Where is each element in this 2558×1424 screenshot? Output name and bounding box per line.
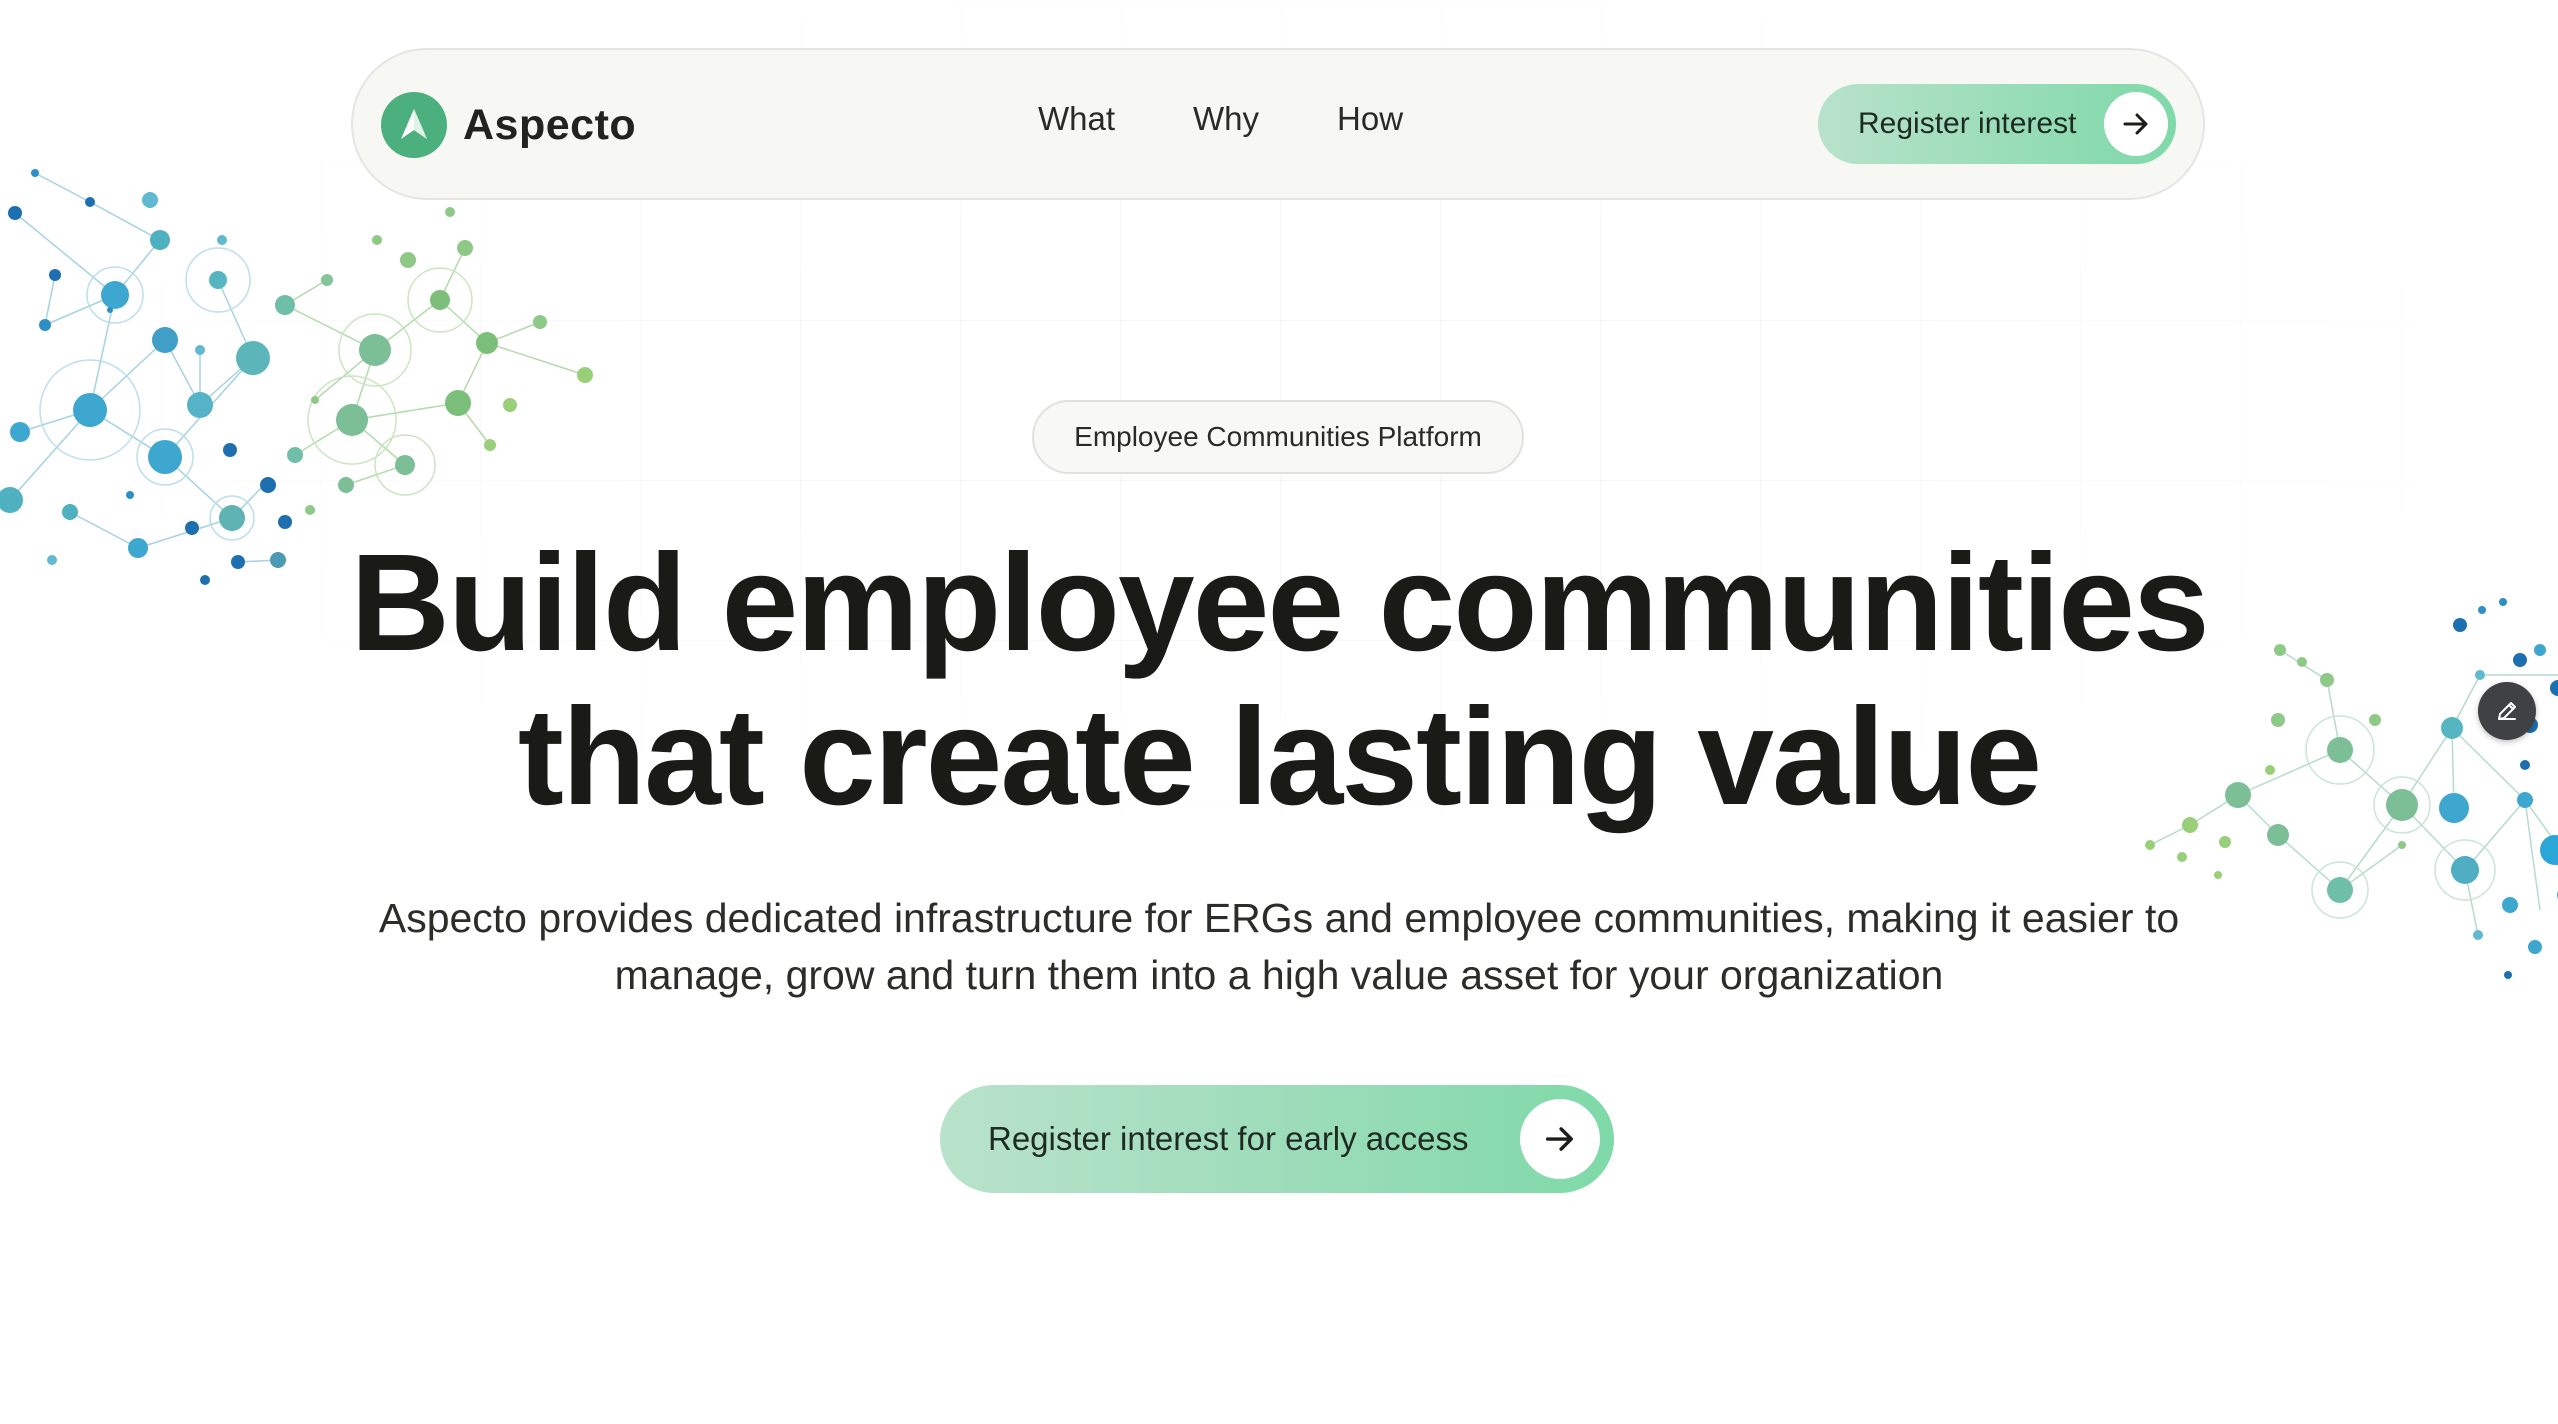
register-interest-label: Register interest xyxy=(1858,107,2077,140)
brand-name: Aspecto xyxy=(463,100,637,149)
nav-links: What Why How xyxy=(1038,100,1403,138)
headline-line-2: that create lasting value xyxy=(517,680,2042,834)
top-navbar: Aspecto What Why How Register interest xyxy=(351,48,2205,200)
arrow-right-icon xyxy=(1520,1099,1600,1179)
pencil-icon xyxy=(2498,702,2516,720)
nav-link-why[interactable]: Why xyxy=(1193,100,1259,138)
category-badge: Employee Communities Platform xyxy=(1032,400,1524,474)
register-early-access-label: Register interest for early access xyxy=(988,1120,1469,1157)
landing-page: Aspecto What Why How Register interest E… xyxy=(0,0,2558,1424)
arrow-navigation-icon xyxy=(381,92,447,158)
nav-link-how[interactable]: How xyxy=(1337,100,1403,138)
subtitle-line-2: manage, grow and turn them into a high v… xyxy=(614,952,1944,998)
brand[interactable]: Aspecto xyxy=(381,92,636,158)
hero-headline: Build employee communities that create l… xyxy=(0,526,2558,834)
headline-line-1: Build employee communities xyxy=(350,526,2209,680)
arrow-right-icon xyxy=(2104,92,2168,156)
hero-subtitle: Aspecto provides dedicated infrastructur… xyxy=(300,890,2258,1004)
edit-button[interactable] xyxy=(2478,682,2536,740)
register-interest-button[interactable]: Register interest xyxy=(1818,84,2176,164)
subtitle-line-1: Aspecto provides dedicated infrastructur… xyxy=(378,895,2180,941)
nav-link-what[interactable]: What xyxy=(1038,100,1115,138)
register-early-access-button[interactable]: Register interest for early access xyxy=(940,1085,1614,1193)
